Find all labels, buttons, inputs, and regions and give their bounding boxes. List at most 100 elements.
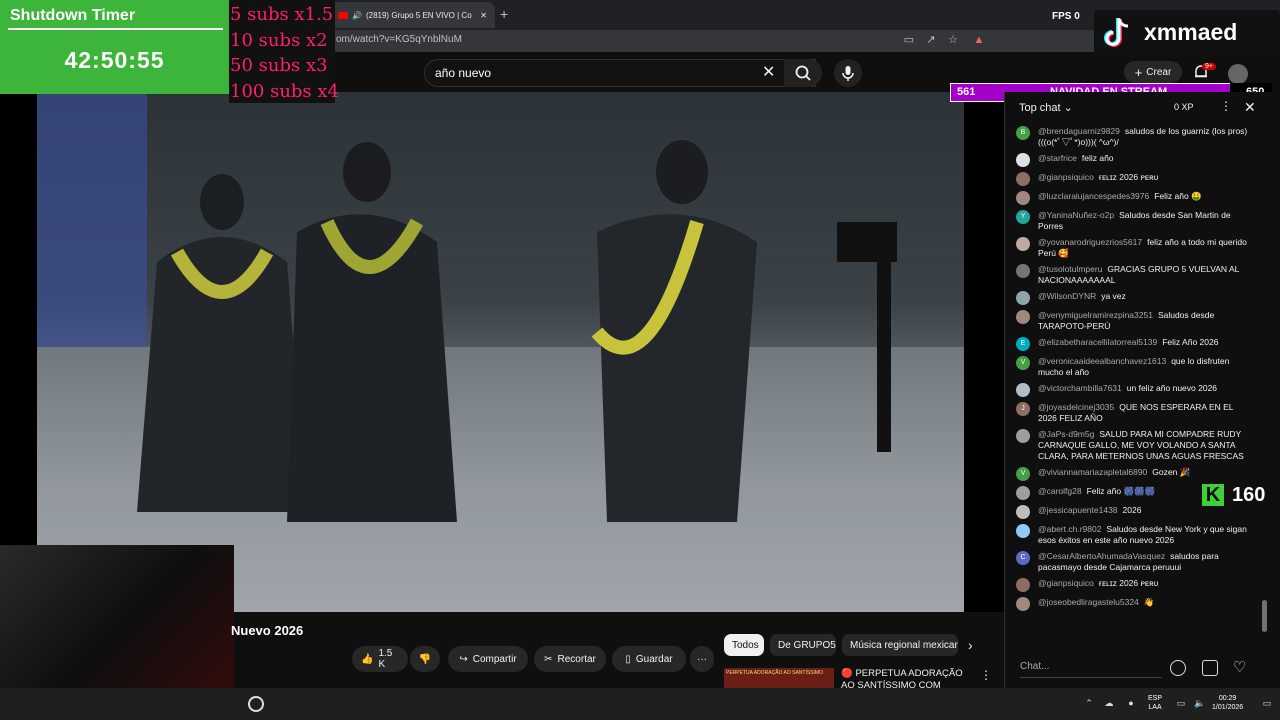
chat-avatar[interactable]: [1016, 264, 1030, 278]
chat-author[interactable]: @abert.ch.r9802: [1038, 524, 1101, 534]
chat-author[interactable]: @tusolotulmperu: [1038, 264, 1102, 274]
chat-author[interactable]: @yovanarodriguezrios5617: [1038, 237, 1142, 247]
chat-author[interactable]: @elizabetharacellilatorreal5139: [1038, 337, 1157, 347]
chat-mode-selector[interactable]: Top chat ⌄: [1019, 101, 1073, 114]
voice-search-button[interactable]: [834, 59, 862, 87]
chat-author[interactable]: @WilsonDYNR: [1038, 291, 1096, 301]
url-field[interactable]: om/watch?v=KG5qYnblNuM: [336, 34, 462, 45]
chat-message-content: @starfrice feliz año: [1038, 153, 1254, 167]
chat-author[interactable]: @gianpsiquico: [1038, 578, 1094, 588]
chat-avatar[interactable]: V: [1016, 467, 1030, 481]
recommendation-thumbnail[interactable]: PERPETUA ADORAÇÃO AO SANTÍSSIMO: [724, 668, 834, 688]
chat-avatar[interactable]: [1016, 191, 1030, 205]
chat-avatar[interactable]: [1016, 291, 1030, 305]
chat-avatar[interactable]: [1016, 597, 1030, 611]
chat-mode-label: Top chat: [1019, 102, 1061, 114]
chip-all[interactable]: Todos: [724, 634, 764, 656]
extension-icon[interactable]: ▲: [972, 33, 986, 47]
create-button[interactable]: + Crear: [1124, 61, 1182, 83]
chat-author[interactable]: @starfrice: [1038, 153, 1077, 163]
volume-icon[interactable]: 🔈: [1194, 698, 1205, 708]
more-actions-button[interactable]: ···: [690, 646, 714, 672]
mic-tray-icon[interactable]: ●: [1126, 698, 1136, 708]
chat-message-content: @brendaguarniz9829 saludos de los guarniz…: [1038, 126, 1254, 148]
chat-avatar[interactable]: B: [1016, 126, 1030, 140]
chat-author[interactable]: @joyasdelcinej3035: [1038, 402, 1114, 412]
share-page-icon[interactable]: ↗: [924, 33, 938, 47]
chat-author[interactable]: @CesarAlbertoAhumadaVasquez: [1038, 551, 1165, 561]
browser-tab[interactable]: 🔊 (2819) Grupo 5 EN VIVO | Co ✕: [330, 2, 495, 28]
chat-avatar[interactable]: V: [1016, 356, 1030, 370]
taskbar-clock[interactable]: 00:29 1/01/2026: [1212, 694, 1243, 712]
chat-avatar[interactable]: [1016, 429, 1030, 443]
video-frame: [37, 92, 964, 612]
video-player[interactable]: [37, 92, 964, 612]
chat-author[interactable]: @YaninaNuñez-o2p: [1038, 210, 1114, 220]
chat-avatar[interactable]: [1016, 524, 1030, 538]
chat-menu-icon[interactable]: ⋮: [1220, 99, 1232, 115]
chat-avatar[interactable]: [1016, 486, 1030, 500]
chat-avatar[interactable]: [1016, 578, 1030, 592]
notification-center-icon[interactable]: ▭: [1262, 698, 1272, 708]
clip-button[interactable]: ✂ Recortar: [534, 646, 606, 672]
cloud-icon[interactable]: ☁: [1104, 698, 1114, 708]
chat-message-content: @gianpsiquico ғᴇʟɪᴢ 2026 ᴘᴇʀᴜ: [1038, 578, 1254, 592]
cast-icon[interactable]: ▭: [902, 33, 916, 47]
chat-author[interactable]: @luzclaralujancespedes3976: [1038, 191, 1149, 201]
chat-avatar[interactable]: [1016, 383, 1030, 397]
chat-scrollbar[interactable]: [1262, 600, 1267, 632]
chat-message: @victorchambilla7631 un feliz año nuevo 2…: [1016, 383, 1254, 397]
xp-badge: 0 XP: [1174, 102, 1194, 112]
chat-author[interactable]: @brendaguarniz9829: [1038, 126, 1120, 136]
chat-avatar[interactable]: [1016, 153, 1030, 167]
chat-author[interactable]: @JaPs-d9m5g: [1038, 429, 1094, 439]
chat-input[interactable]: Chat...: [1020, 656, 1162, 678]
chat-avatar[interactable]: [1016, 237, 1030, 251]
dislike-button[interactable]: 👎: [410, 646, 440, 672]
tab-close-icon[interactable]: ✕: [480, 11, 487, 20]
chat-avatar[interactable]: C: [1016, 551, 1030, 565]
super-chat-icon[interactable]: [1202, 660, 1218, 676]
chat-avatar[interactable]: E: [1016, 337, 1030, 351]
recommendation-menu-icon[interactable]: ⋮: [980, 668, 992, 684]
chevron-up-icon[interactable]: ⌃: [1084, 698, 1094, 708]
chat-author[interactable]: @carolfg28: [1038, 486, 1082, 496]
like-button[interactable]: 👍 1.5 K: [352, 646, 408, 672]
heart-icon[interactable]: ♡: [1233, 658, 1249, 676]
new-tab-button[interactable]: +: [500, 6, 514, 22]
search-query: año nuevo: [435, 66, 492, 80]
chat-message-content: @venymiguelramirezpina3251 Saludos desde …: [1038, 310, 1254, 332]
chat-author[interactable]: @joseobedliragastelu5324: [1038, 597, 1139, 607]
chat-author[interactable]: @venymiguelramirezpina3251: [1038, 310, 1153, 320]
account-avatar[interactable]: [1228, 64, 1248, 84]
bookmark-star-icon[interactable]: ☆: [946, 33, 960, 47]
language-indicator[interactable]: ESP LAA: [1148, 694, 1162, 712]
search-button[interactable]: [784, 59, 822, 87]
chat-message-text: Feliz Año 2026: [1162, 337, 1219, 347]
save-button[interactable]: ▯ Guardar: [612, 646, 686, 672]
chat-author[interactable]: @jessicapuente1438: [1038, 505, 1118, 515]
network-icon[interactable]: ▭: [1176, 698, 1186, 708]
chat-message: @gianpsiquico ғᴇʟɪᴢ 2026 ᴘᴇʀᴜ: [1016, 172, 1254, 186]
chat-avatar[interactable]: [1016, 505, 1030, 519]
chat-message-content: @tusolotulmperu GRACIAS GRUPO 5 VUELVAN A…: [1038, 264, 1254, 286]
app-icon[interactable]: [248, 696, 264, 712]
search-input[interactable]: año nuevo: [424, 59, 816, 87]
chevron-right-icon[interactable]: ›: [968, 637, 982, 653]
chevron-down-icon: ⌄: [1063, 102, 1073, 114]
chat-avatar[interactable]: Y: [1016, 210, 1030, 224]
emoji-icon[interactable]: [1170, 660, 1186, 676]
chat-avatar[interactable]: [1016, 310, 1030, 324]
chat-author[interactable]: @gianpsiquico: [1038, 172, 1094, 182]
chat-avatar[interactable]: J: [1016, 402, 1030, 416]
chip-de-grupo5[interactable]: De GRUPO5: [770, 634, 836, 656]
clear-search-icon[interactable]: ✕: [762, 64, 778, 82]
chip-musica-regional[interactable]: Música regional mexican: [842, 634, 958, 656]
recommendation-title[interactable]: 🔴 PERPETUA ADORAÇÃO AO SANTÍSSIMO COM FR…: [841, 668, 973, 690]
chat-close-icon[interactable]: ✕: [1244, 99, 1258, 115]
share-button[interactable]: ↪ Compartir: [448, 646, 528, 672]
chat-author[interactable]: @veronicaaideealbanchavez1613: [1038, 356, 1166, 366]
chat-author[interactable]: @viviannamariazapletal6890: [1038, 467, 1147, 477]
chat-avatar[interactable]: [1016, 172, 1030, 186]
chat-author[interactable]: @victorchambilla7631: [1038, 383, 1122, 393]
